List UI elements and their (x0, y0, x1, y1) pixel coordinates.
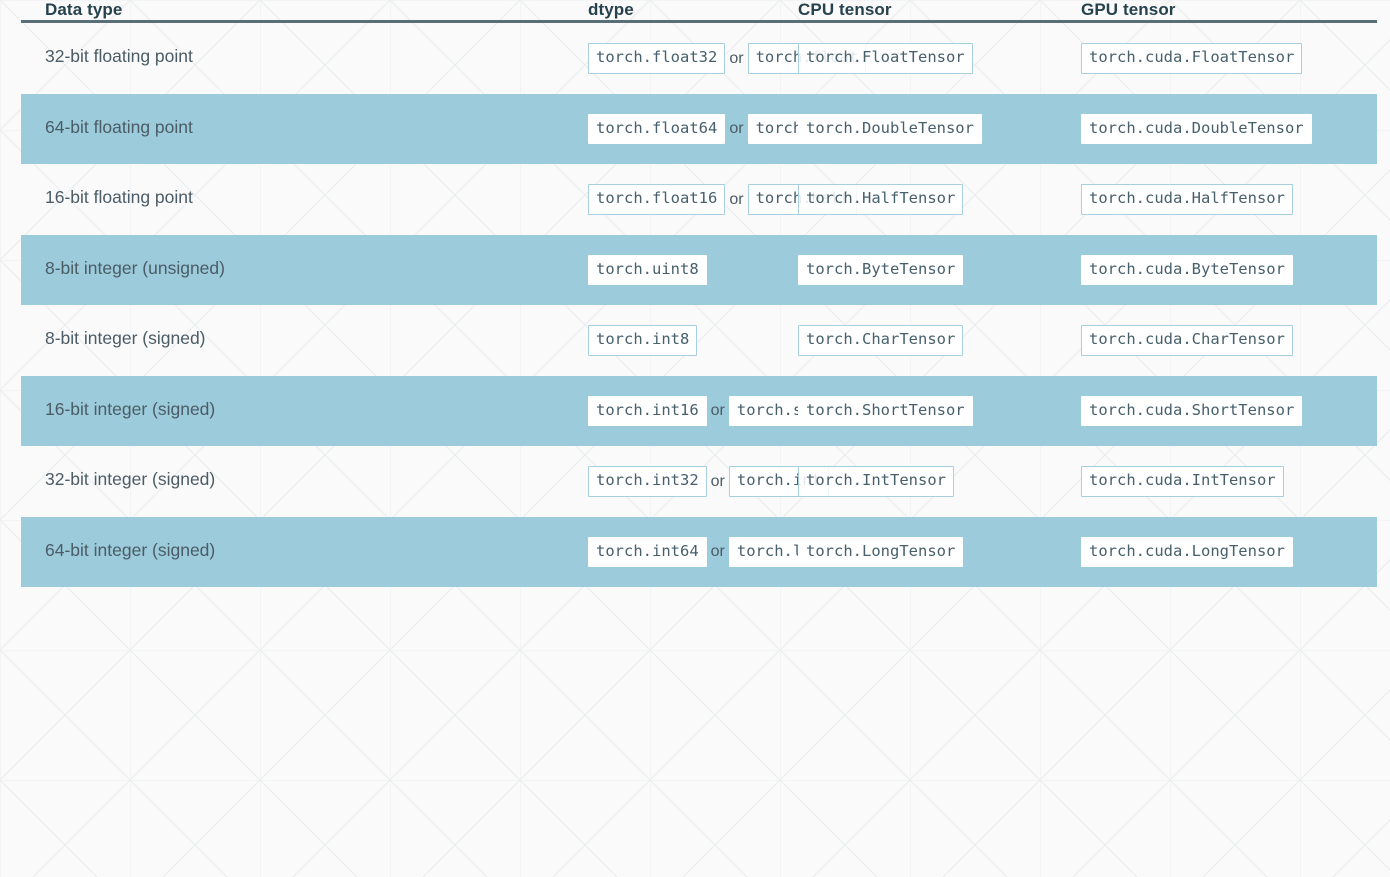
or-separator: or (729, 49, 744, 67)
cell-dtype: torch.float32ortorch.float (304, 23, 867, 94)
gpu-tensor-code-chip: torch.cuda.IntTensor (1081, 466, 1284, 497)
dtype-code-chip: torch.int16 (588, 395, 707, 426)
cell-dtype: torch.float64ortorch.double (304, 94, 876, 165)
or-separator: or (729, 190, 744, 208)
cell-data-type: 8-bit integer (unsigned) (45, 257, 225, 278)
cell-cpu-tensor: torch.ShortTensor (770, 376, 1061, 447)
cpu-tensor-code-chip: torch.ShortTensor (798, 395, 973, 426)
table-row: 8-bit integer (unsigned) torch.uint8 torch… (21, 235, 1377, 306)
cell-dtype: torch.int32 or torch.int (304, 446, 829, 517)
dtype-code-chip: torch.int8 (588, 325, 698, 356)
cell-cpu-tensor: torch.HalfTensor (770, 164, 1061, 235)
cell-gpu-tensor: torch.cuda.ShortTensor (1061, 376, 1377, 447)
dtype-code-chip: torch.int64 (588, 536, 707, 567)
cell-gpu-tensor: torch.cuda.IntTensor (1061, 446, 1377, 517)
cpu-tensor-code-chip: torch.HalfTensor (798, 184, 964, 215)
table-body: 32-bit floating point torch.float32 or torc… (21, 23, 1377, 587)
dtype-code-chip: torch.float64 (588, 113, 726, 144)
gpu-tensor-code-chip: torch.cuda.FloatTensor (1081, 43, 1303, 74)
gpu-tensor-code-chip: torch.cuda.ByteTensor (1081, 254, 1293, 285)
cpu-tensor-code-chip: torch.IntTensor (798, 466, 954, 497)
cell-gpu-tensor: torch.cuda.HalfTensor (1061, 164, 1377, 235)
table-header-row: Data type dtype CPU tensor GPU tensor (21, 0, 1377, 20)
cell-data-type: 8-bit integer (signed) (45, 328, 206, 348)
column-header-cpu-tensor: CPU tensor (798, 0, 892, 19)
tensor-dtype-table-page: Data type dtype CPU tensor GPU tensor 32… (0, 0, 1390, 877)
dtype-table: Data type dtype CPU tensor GPU tensor 32… (21, 0, 1377, 587)
cpu-tensor-code-chip: torch.FloatTensor (798, 43, 973, 74)
cell-dtype: torch.uint8 (304, 235, 770, 306)
cell-gpu-tensor: torch.cuda.CharTensor (1061, 305, 1377, 376)
cell-cpu-tensor: torch.FloatTensor (770, 23, 1061, 94)
cell-dtype: torch.int16 or torch.short (304, 376, 848, 447)
gpu-tensor-code-chip: torch.cuda.DoubleTensor (1081, 113, 1312, 144)
cell-data-type: 64-bit integer (signed) (45, 539, 216, 560)
cell-gpu-tensor: torch.cuda.ByteTensor (1061, 235, 1377, 306)
cpu-tensor-code-chip: torch.DoubleTensor (798, 113, 982, 144)
cpu-tensor-code-chip: torch.CharTensor (798, 325, 964, 356)
cell-dtype: torch.float16ortorch.half (304, 164, 857, 235)
table-row: 64-bit integer (signed) torch.int64 or torc… (21, 517, 1377, 588)
cell-dtype: torch.int64 or torch.long (304, 517, 839, 588)
gpu-tensor-code-chip: torch.cuda.HalfTensor (1081, 184, 1293, 215)
dtype-code-chip: torch.float32 (588, 43, 726, 74)
cell-gpu-tensor: torch.cuda.FloatTensor (1061, 23, 1377, 94)
or-separator: or (710, 402, 725, 420)
cell-dtype: torch.int8 (304, 305, 770, 376)
or-separator: or (729, 120, 744, 138)
cell-gpu-tensor: torch.cuda.DoubleTensor (1061, 94, 1377, 165)
dtype-code-chip: torch.uint8 (588, 254, 707, 285)
dtype-code-chip: torch.int32 (588, 466, 707, 497)
or-separator: or (710, 543, 725, 561)
cell-gpu-tensor: torch.cuda.LongTensor (1061, 517, 1377, 588)
cell-data-type: 16-bit integer (signed) (45, 398, 216, 419)
table-row: 8-bit integer (signed) torch.int8 torch.Ch… (21, 305, 1377, 376)
cell-cpu-tensor: torch.DoubleTensor (770, 94, 1061, 165)
table-row: 32-bit integer (signed) torch.int32 or torc… (21, 446, 1377, 517)
column-header-dtype: dtype (588, 0, 634, 19)
cell-cpu-tensor: torch.CharTensor (770, 305, 1061, 376)
table-header: Data type dtype CPU tensor GPU tensor (21, 0, 1377, 23)
gpu-tensor-code-chip: torch.cuda.ShortTensor (1081, 395, 1303, 426)
column-header-data-type: Data type (45, 0, 123, 19)
cell-data-type: 32-bit floating point (45, 46, 193, 66)
cell-cpu-tensor: torch.IntTensor (770, 446, 1061, 517)
table-row: 16-bit floating point torch.float16 or torc… (21, 164, 1377, 235)
cell-data-type: 32-bit integer (signed) (45, 469, 216, 489)
cell-data-type: 64-bit floating point (45, 116, 193, 137)
cell-cpu-tensor: torch.ByteTensor (770, 235, 1061, 306)
table-row: 32-bit floating point torch.float32 or torc… (21, 23, 1377, 94)
or-separator: or (710, 472, 725, 490)
column-header-gpu-tensor: GPU tensor (1081, 0, 1176, 19)
cell-cpu-tensor: torch.LongTensor (770, 517, 1061, 588)
gpu-tensor-code-chip: torch.cuda.LongTensor (1081, 536, 1293, 567)
table-row: 16-bit integer (signed) torch.int16 or torc… (21, 376, 1377, 447)
cpu-tensor-code-chip: torch.ByteTensor (798, 254, 964, 285)
table-row: 64-bit floating point torch.float64 or torc… (21, 94, 1377, 165)
cell-data-type: 16-bit floating point (45, 187, 193, 207)
dtype-code-chip: torch.float16 (588, 184, 726, 215)
cpu-tensor-code-chip: torch.LongTensor (798, 536, 964, 567)
gpu-tensor-code-chip: torch.cuda.CharTensor (1081, 325, 1293, 356)
